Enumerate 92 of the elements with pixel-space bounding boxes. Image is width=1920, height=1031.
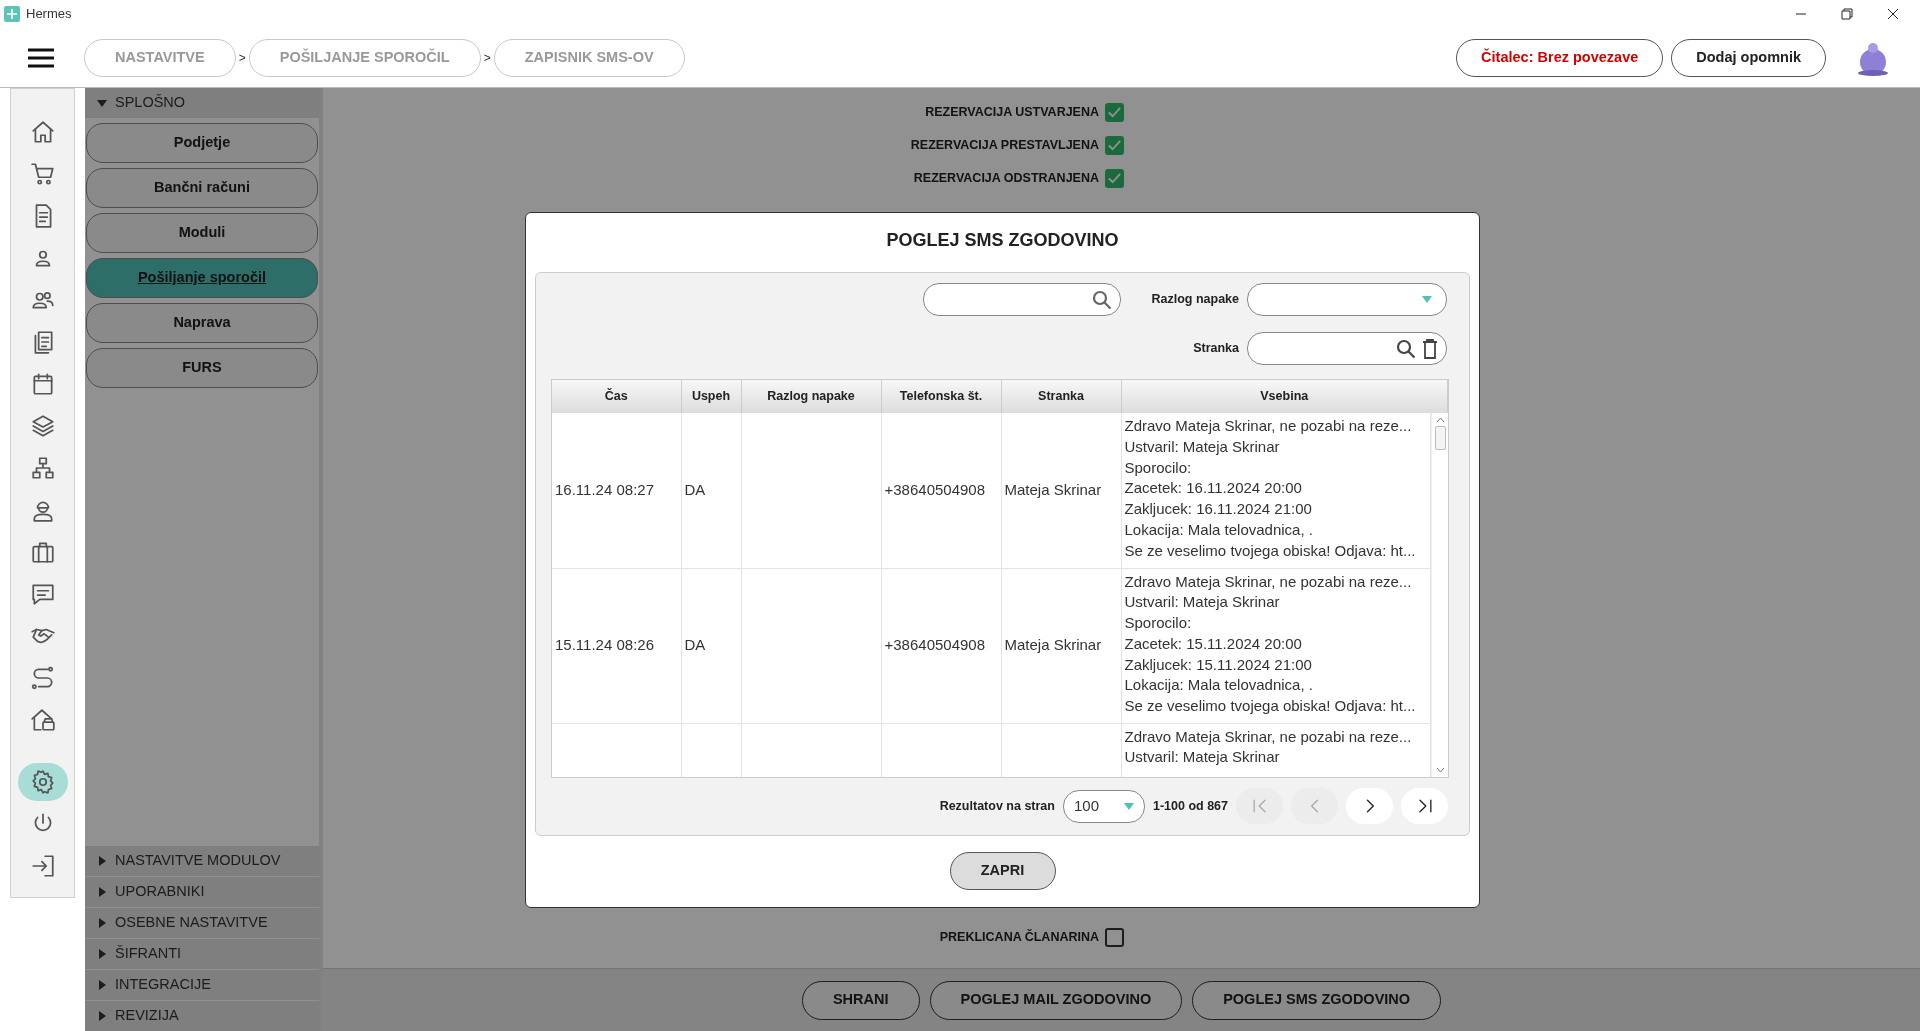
- option-label: PREKLICANA ČLANARINA: [939, 928, 1099, 947]
- breadcrumb-link[interactable]: ZAPISNIK SMS-OV: [493, 38, 685, 77]
- caret-icon: [97, 856, 107, 866]
- section-header[interactable]: SPLOŠNO: [85, 88, 319, 118]
- message-line: Ustvaril: Mateja Skrinar: [1124, 747, 1281, 768]
- add-reminder-button[interactable]: Dodaj opomnik: [1671, 38, 1826, 77]
- trash-icon[interactable]: [1422, 338, 1438, 359]
- reader-status-button[interactable]: Čitalec: Brez povezave: [1456, 38, 1664, 77]
- column-header[interactable]: Telefonska št.: [881, 380, 1001, 413]
- checkbox[interactable]: [1105, 169, 1124, 188]
- checkbox[interactable]: [1105, 103, 1124, 122]
- menu-item[interactable]: Naprava: [86, 303, 318, 343]
- section-header[interactable]: NASTAVITVE MODULOV: [85, 846, 319, 876]
- message-line: Se ze veselimo tvojega obiska! Odjava: ht...: [1124, 696, 1417, 717]
- table-cell: +38640504908: [884, 636, 986, 654]
- column-header[interactable]: Vsebina: [1121, 380, 1448, 413]
- message-line: Zdravo Mateja Skrinar, ne pozabi na reze...: [1124, 571, 1413, 592]
- message-line: Ustvaril: Mateja Skrinar: [1124, 592, 1281, 613]
- page-range: 1-100 od 867: [1152, 797, 1228, 815]
- message-line: Lokacija: Mala telovadnica, .: [1124, 675, 1314, 696]
- caret-icon: [1422, 296, 1432, 303]
- message-line: Se ze veselimo tvojega obiska! Odjava: ht...: [1124, 540, 1417, 561]
- caret-icon: [97, 980, 107, 990]
- table-cell: DA: [684, 636, 706, 654]
- table-cell: Mateja Skrinar: [1004, 481, 1102, 498]
- breadcrumb-separator: >: [483, 49, 491, 67]
- table-cell: +38640504908: [884, 481, 986, 498]
- search-icon[interactable]: [1396, 338, 1416, 359]
- message-line: Sporocilo:: [1124, 613, 1193, 634]
- breadcrumb-link[interactable]: NASTAVITVE: [84, 38, 236, 77]
- caret-icon: [97, 918, 107, 928]
- message-line: Zdravo Mateja Skrinar, ne pozabi na reze...: [1124, 726, 1413, 747]
- save-button[interactable]: SHRANI: [801, 980, 920, 1020]
- dialog-title: POGLEJ SMS ZGODOVINO: [886, 229, 1119, 252]
- option-label: REZERVACIJA ODSTRANJENA: [913, 170, 1099, 188]
- caret-icon: [97, 1011, 107, 1021]
- section-header[interactable]: UPORABNIKI: [85, 877, 319, 907]
- scroll-down-icon[interactable]: [1435, 767, 1445, 774]
- message-line: Zdravo Mateja Skrinar, ne pozabi na reze...: [1124, 416, 1413, 436]
- search-icon[interactable]: [1092, 289, 1113, 310]
- message-line: Sporocilo:: [1124, 457, 1193, 478]
- pagination-label: Rezultatov na stran: [939, 797, 1055, 815]
- caret-icon: [97, 887, 107, 897]
- customer-field[interactable]: [1247, 332, 1447, 365]
- section-header[interactable]: ŠIFRANTI: [85, 939, 319, 969]
- menu-item[interactable]: Podjetje: [86, 123, 318, 163]
- column-header[interactable]: Čas: [552, 380, 681, 413]
- menu-item[interactable]: Bančni računi: [86, 168, 318, 208]
- page-size-dropdown[interactable]: 100: [1062, 789, 1145, 823]
- field-label: Stranka: [1193, 340, 1239, 358]
- breadcrumb-link[interactable]: POŠILJANJE SPOROČIL: [248, 38, 481, 77]
- scrollbar[interactable]: [1431, 413, 1448, 777]
- table-cell: DA: [684, 481, 706, 498]
- last-page-button[interactable]: [1401, 788, 1448, 824]
- table-cell: Mateja Skrinar: [1004, 636, 1102, 654]
- checkbox[interactable]: [1105, 136, 1124, 155]
- caret-icon: [97, 98, 107, 108]
- error-reason-dropdown[interactable]: [1247, 283, 1447, 316]
- column-header[interactable]: Stranka: [1001, 380, 1121, 413]
- message-line: Lokacija: Mala telovadnica, .: [1124, 520, 1314, 540]
- message-line: Zakljucek: 15.11.2024 21:00: [1124, 654, 1313, 675]
- table-cell: 16.11.24 08:27: [555, 481, 654, 498]
- settings-icon[interactable]: [17, 763, 68, 801]
- dropdown-value: 100: [1073, 795, 1099, 816]
- caret-icon: [97, 949, 107, 959]
- message-line: Zacetek: 16.11.2024 20:00: [1124, 478, 1303, 499]
- menu-item[interactable]: FURS: [86, 348, 318, 388]
- checkbox[interactable]: [1105, 928, 1124, 947]
- table-cell: 15.11.24 08:26: [555, 636, 654, 654]
- breadcrumb-separator: >: [238, 49, 246, 67]
- search-field[interactable]: [923, 283, 1122, 316]
- menu-item[interactable]: Moduli: [86, 213, 318, 253]
- scroll-up-icon[interactable]: [1435, 416, 1445, 423]
- field-label: Razlog napake: [1151, 291, 1239, 309]
- message-line: Zacetek: 15.11.2024 20:00: [1124, 633, 1303, 654]
- scroll-thumb[interactable]: [1434, 426, 1446, 450]
- option-label: REZERVACIJA USTVARJENA: [925, 104, 1099, 122]
- close-button[interactable]: ZAPRI: [949, 852, 1056, 890]
- message-line: Ustvaril: Mateja Skrinar: [1124, 436, 1281, 457]
- section-header[interactable]: INTEGRACIJE: [85, 970, 319, 1000]
- caret-icon: [1123, 802, 1134, 810]
- app-icon: [4, 6, 20, 22]
- option-label: REZERVACIJA PRESTAVLJENA: [910, 137, 1099, 155]
- mail-history-button[interactable]: POGLEJ MAIL ZGODOVINO: [929, 980, 1183, 1020]
- sms-history-button[interactable]: POGLEJ SMS ZGODOVINO: [1192, 980, 1442, 1020]
- menu-item[interactable]: Pošiljanje sporočil: [86, 258, 318, 298]
- column-header[interactable]: Razlog napake: [741, 380, 881, 413]
- message-line: Zakljucek: 16.11.2024 21:00: [1124, 499, 1313, 520]
- column-header[interactable]: Uspeh: [681, 380, 741, 413]
- section-header[interactable]: OSEBNE NASTAVITVE: [85, 908, 319, 938]
- window-title: Hermes: [26, 5, 72, 24]
- section-header[interactable]: REVIZIJA: [85, 1001, 319, 1031]
